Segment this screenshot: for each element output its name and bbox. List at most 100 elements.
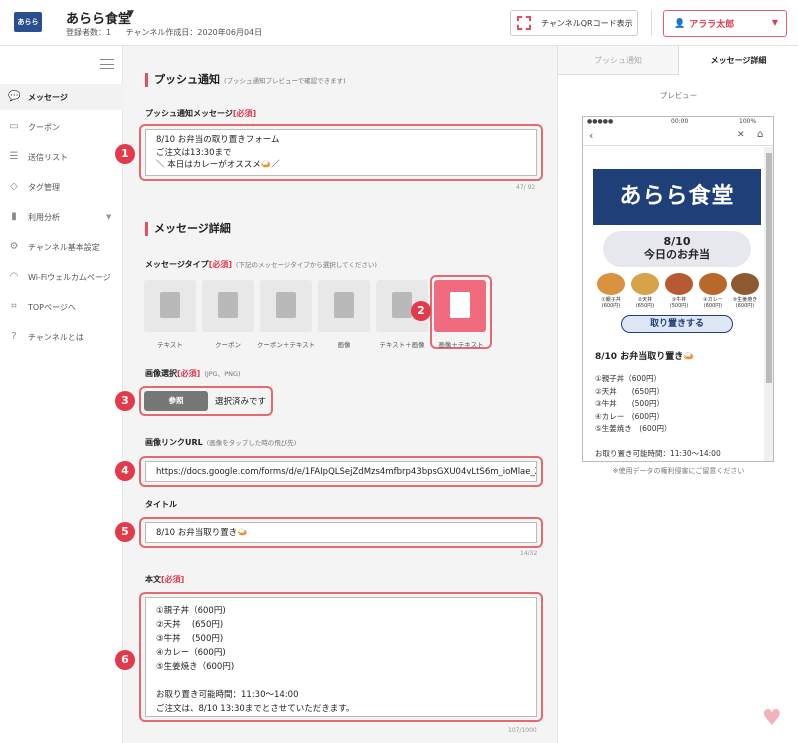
type-text-card[interactable] — [144, 280, 196, 332]
type-label: クーポン — [215, 341, 241, 349]
mute-icon: ✕ — [737, 130, 745, 140]
divider — [651, 10, 652, 36]
sidebar-item-top-page[interactable]: ⌗ TOPページへ — [0, 294, 123, 320]
user-name: アララ太郎 — [689, 20, 735, 30]
tab-push-notification[interactable]: プッシュ通知 — [558, 46, 678, 75]
sidebar-item-send-list[interactable]: ☰ 送信リスト — [0, 144, 123, 170]
status-battery: 100% — [739, 118, 757, 125]
food-label: ④カレー (600円) — [703, 297, 723, 309]
message-type-note: (下記のメッセージタイプから選択してください) — [236, 261, 377, 269]
gear-icon: ⚙ — [9, 241, 19, 252]
preview-panel: プッシュ通知 メッセージ詳細 プレビュー ●●●●● 00:00 100% ‹ … — [557, 46, 798, 743]
text-icon — [160, 292, 180, 318]
sidebar-item-coupon[interactable]: ▭ クーポン — [0, 114, 123, 140]
push-section-note: (プッシュ通知プレビューで確認できます) — [224, 77, 346, 85]
chevron-down-icon: ▼ — [106, 213, 112, 221]
sidebar-item-channel-settings[interactable]: ⚙ チャンネル基本設定 — [0, 234, 123, 260]
sidebar-item-analytics[interactable]: ▮ 利用分析 ▼ — [0, 204, 123, 230]
type-coupon-card[interactable] — [202, 280, 254, 332]
type-label: クーポン＋テキスト — [256, 341, 316, 349]
type-label: テキスト — [157, 341, 183, 349]
qr-code-button[interactable]: チャンネルQRコード表示 — [510, 10, 638, 36]
help-icon: ? — [11, 331, 17, 342]
food-label: ①親子丼 (600円) — [601, 297, 621, 309]
home-icon: ⌂ — [757, 129, 764, 140]
scrollbar-thumb[interactable] — [766, 153, 772, 383]
type-label: 画像 — [337, 341, 351, 349]
preview-body: ①親子丼（600円） ②天丼 (650円） ③牛丼 (500円） ④カレー (6… — [595, 374, 721, 458]
sidebar-item-label: Wi-Fiウェルカムページ — [28, 272, 111, 282]
preview-image: あらら食堂 8/10 今日のお弁当 ①親子丼 (600円) ②天丼 (650円)… — [591, 165, 763, 335]
image-icon — [334, 292, 354, 318]
step-badge: 1 — [115, 144, 135, 164]
coupon-text-icon — [276, 292, 296, 318]
body-label: 本文[必須] — [145, 575, 185, 584]
push-message-label: プッシュ通知メッセージ[必須] — [145, 109, 257, 118]
shop-logo[interactable]: あらら — [14, 12, 42, 32]
chart-icon: ▮ — [11, 211, 17, 222]
status-time: 00:00 — [671, 118, 689, 125]
title-label: タイトル — [145, 500, 177, 509]
push-message-counter: 47/ 92 — [516, 184, 536, 191]
sidebar-item-about[interactable]: ? チャンネルとは — [0, 324, 123, 350]
food-label: ⑤生姜焼き (600円) — [732, 297, 758, 309]
push-section-title: プッシュ通知 (プッシュ通知プレビューで確認できます) — [145, 73, 346, 87]
sidebar-item-label: 利用分析 — [28, 212, 60, 222]
top-bar: あらら あらら食堂 ▼ 登録者数：1 チャンネル作成日：2020年06月04日 … — [0, 0, 798, 46]
food-photo — [665, 273, 693, 295]
browse-button[interactable]: 参照 — [144, 391, 208, 411]
image-text-icon — [450, 292, 470, 318]
sidebar-item-label: タグ管理 — [28, 182, 60, 192]
food-label: ②天丼 (650円) — [635, 297, 655, 309]
type-image-card[interactable] — [318, 280, 370, 332]
image-link-note: (画像をタップした時の飛び先) — [206, 439, 297, 447]
sidebar-item-wifi-welcome[interactable]: ◠ Wi-Fiウェルカムページ — [0, 264, 123, 290]
wifi-icon: ◠ — [9, 271, 19, 282]
type-coupon-text-card[interactable] — [260, 280, 312, 332]
step-badge: 4 — [115, 461, 135, 481]
required-tag: [必須] — [232, 109, 257, 118]
step-badge: 6 — [115, 650, 135, 670]
sidebar-item-label: 送信リスト — [28, 152, 68, 162]
qr-button-label: チャンネルQRコード表示 — [541, 18, 633, 28]
title-counter: 14/32 — [520, 550, 538, 557]
menu-toggle-icon[interactable] — [100, 59, 114, 69]
sidebar-item-tags[interactable]: ◇ タグ管理 — [0, 174, 123, 200]
preview-label: プレビュー — [659, 91, 698, 100]
food-photo — [597, 273, 625, 295]
coupon-icon: ▭ — [9, 121, 19, 132]
tab-message-detail[interactable]: メッセージ詳細 — [678, 46, 798, 75]
type-image-text-card[interactable] — [434, 280, 486, 332]
banner-logo: あらら食堂 — [593, 169, 761, 225]
list-icon: ☰ — [9, 151, 19, 162]
step-badge: 2 — [411, 301, 431, 321]
sidebar-item-message[interactable]: 💬 メッセージ — [0, 84, 123, 110]
body-textarea[interactable]: ①親子丼（600円) ②天丼 (650円) ③牛丼 (500円) ④カレー（60… — [145, 597, 537, 717]
pickup-button[interactable]: 取り置きする — [621, 315, 733, 333]
shop-name[interactable]: あらら食堂 — [66, 8, 131, 27]
title-input[interactable]: 8/10 お弁当取り置き🍛 — [145, 522, 537, 543]
image-format-note: (JPG、PNG) — [204, 370, 241, 378]
text-image-icon — [392, 292, 412, 318]
chevron-down-icon[interactable]: ▼ — [127, 9, 134, 19]
tag-icon: ◇ — [10, 181, 18, 192]
preview-title: 8/10 お弁当取り置き🍛 — [595, 352, 695, 362]
sidebar-item-label: チャンネルとは — [28, 332, 84, 342]
food-photo — [631, 273, 659, 295]
food-photo — [699, 273, 727, 295]
step-badge: 5 — [115, 522, 135, 542]
chat-icon: 💬 — [8, 91, 21, 102]
user-menu-button[interactable]: 👤 アララ太郎 ▼ — [663, 10, 787, 37]
push-message-textarea[interactable]: 8/10 お弁当の取り置きフォーム ご注文は13:30まで ＼ 本日はカレーがオ… — [145, 129, 537, 176]
sidebar-item-label: クーポン — [28, 122, 60, 132]
image-link-input[interactable]: https://docs.google.com/forms/d/e/1FAIpQ… — [145, 461, 537, 482]
heart-icon: ♥ — [762, 706, 782, 731]
detail-section-title: メッセージ詳細 — [145, 222, 231, 236]
coupon-icon — [218, 292, 238, 318]
user-icon: 👤 — [674, 18, 686, 29]
image-selected-status: 選択済みです — [215, 397, 267, 407]
sidebar: 💬 メッセージ ▭ クーポン ☰ 送信リスト ◇ タグ管理 ▮ 利用分析 ▼ ⚙… — [0, 46, 123, 743]
type-label: 画像＋テキスト — [438, 341, 484, 349]
step-badge: 3 — [115, 391, 135, 411]
type-label: テキスト＋画像 — [379, 341, 425, 349]
